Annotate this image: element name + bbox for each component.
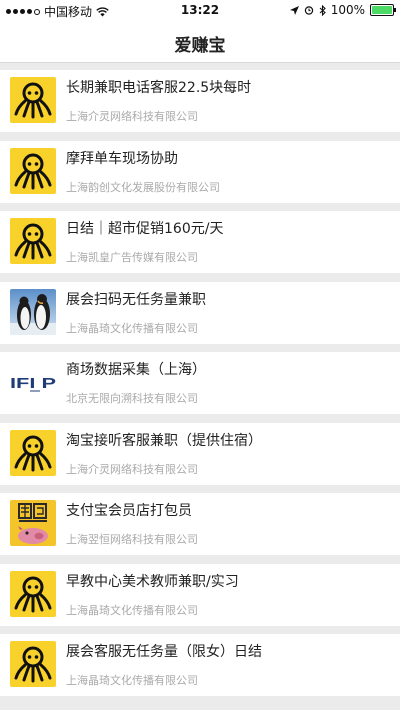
job-company: 上海介灵网络科技有限公司	[66, 110, 198, 123]
octopus-logo-icon	[10, 218, 56, 264]
octopus-logo-icon	[10, 77, 56, 123]
nav-bar: 爱赚宝	[0, 22, 400, 63]
octopus-logo-icon	[10, 147, 56, 194]
svg-text:IFI P: IFI P	[10, 375, 56, 392]
battery-percent: 100%	[330, 3, 365, 17]
page-title: 爱赚宝	[174, 36, 226, 56]
job-list-item[interactable]: 支付宝会员店打包员 上海翌恒网络科技有限公司	[0, 493, 400, 555]
job-list-item[interactable]: 早教中心美术教师兼职/实习 上海晶琦文化传播有限公司	[0, 563, 400, 626]
alarm-icon	[304, 6, 313, 15]
job-company: 上海凯皇广告传媒有限公司	[66, 251, 198, 264]
job-list-item[interactable]: 长期兼职电话客服22.5块每时 上海介灵网络科技有限公司	[0, 70, 400, 132]
job-title: 日结｜超市促销160元/天	[66, 221, 224, 237]
octopus-logo-icon	[10, 641, 56, 687]
octopus-logo-icon	[10, 570, 56, 617]
job-title: 支付宝会员店打包员	[66, 503, 192, 519]
job-title: 淘宝接听客服兼职（提供住宿）	[66, 432, 262, 449]
job-company: 上海翌恒网络科技有限公司	[66, 533, 198, 546]
job-title: 展会客服无任务量（限女）日结	[66, 644, 262, 660]
job-list-item[interactable]: 日结｜超市促销160元/天 上海凯皇广告传媒有限公司	[0, 211, 400, 273]
job-list: 长期兼职电话客服22.5块每时 上海介灵网络科技有限公司 摩拜单车现场协助 上海韵创文…	[0, 70, 400, 705]
pig-logo-icon	[10, 500, 56, 546]
job-company: 北京无限向溯科技有限公司	[66, 392, 198, 405]
job-list-item[interactable]: 淘宝接听客服兼职（提供住宿） 上海介灵网络科技有限公司	[0, 422, 400, 485]
job-company: 上海介灵网络科技有限公司	[66, 462, 198, 476]
battery-icon	[370, 4, 396, 16]
status-bar: 中国移动 13:22 100%	[0, 0, 400, 22]
job-title: 商场数据采集（上海）	[66, 362, 206, 378]
job-title: 展会扫码无任务量兼职	[66, 291, 206, 308]
job-company: 上海晶琦文化传播有限公司	[66, 603, 198, 617]
job-company: 上海晶琦文化传播有限公司	[66, 321, 198, 335]
location-arrow-icon	[289, 5, 299, 15]
job-title: 摩拜单车现场协助	[66, 150, 178, 167]
job-title: 早教中心美术教师兼职/实习	[66, 573, 239, 590]
job-list-item[interactable]: 展会客服无任务量（限女）日结 上海晶琦文化传播有限公司	[0, 634, 400, 696]
bluetooth-icon	[319, 4, 326, 16]
ifip-logo-icon: IFI P	[10, 359, 56, 405]
job-company: 上海晶琦文化传播有限公司	[66, 674, 198, 687]
job-title: 长期兼职电话客服22.5块每时	[66, 80, 252, 96]
penguin-photo-thumbnail	[10, 288, 56, 335]
octopus-logo-icon	[10, 429, 56, 476]
job-list-item[interactable]: 展会扫码无任务量兼职 上海晶琦文化传播有限公司	[0, 281, 400, 344]
status-right: 100%	[289, 3, 396, 17]
job-company: 上海韵创文化发展股份有限公司	[66, 180, 220, 194]
job-list-item[interactable]: 摩拜单车现场协助上海韵创文化发展股份有限公司	[0, 140, 400, 203]
job-list-item[interactable]: IFI P 商场数据采集（上海） 北京无限向溯科技有限公司	[0, 352, 400, 414]
